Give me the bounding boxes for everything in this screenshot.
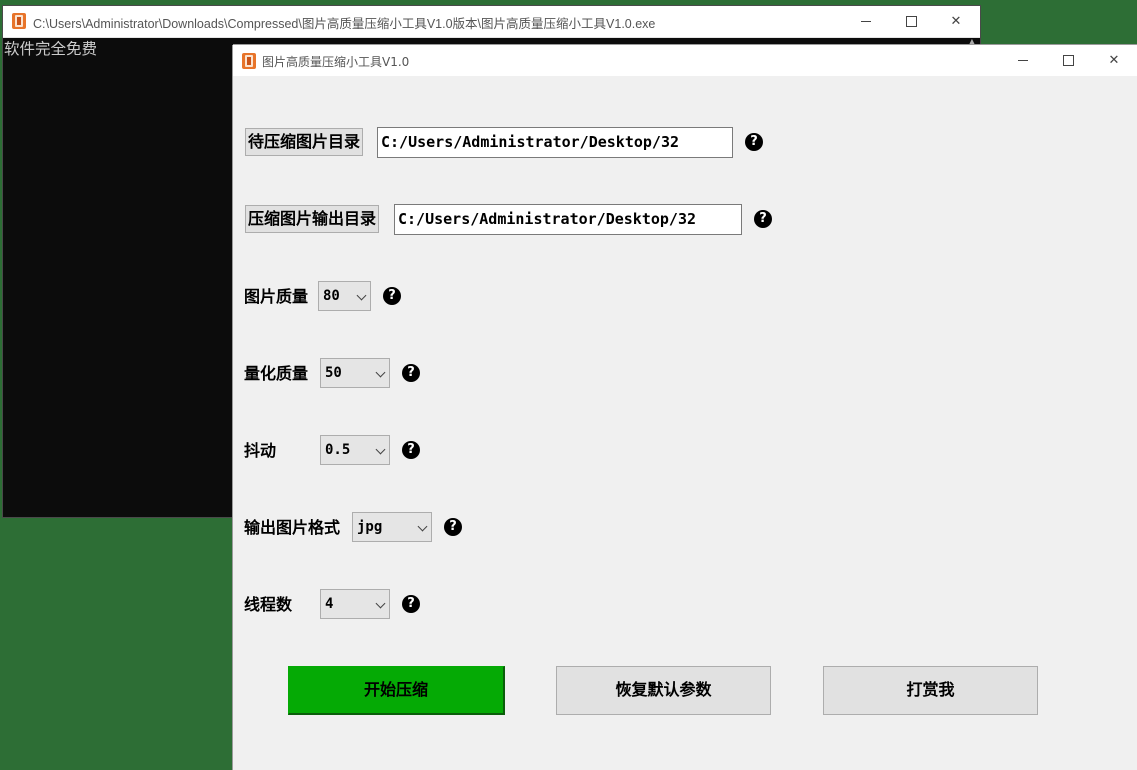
minimize-icon[interactable]: [1000, 45, 1046, 75]
close-icon[interactable]: [1091, 45, 1137, 75]
output-format-label: 输出图片格式: [244, 518, 341, 537]
console-titlebar[interactable]: C:\Users\Administrator\Downloads\Compres…: [3, 6, 980, 38]
image-quality-value: 80: [323, 288, 340, 304]
minimize-icon[interactable]: [843, 6, 889, 36]
output-format-value: jpg: [357, 519, 383, 535]
threads-select[interactable]: 4: [320, 589, 390, 619]
help-icon[interactable]: ?: [754, 210, 772, 228]
app-window: 图片高质量压缩小工具V1.0 待压缩图片目录 C:/Users/Administ…: [233, 45, 1137, 770]
help-icon[interactable]: ?: [444, 518, 462, 536]
dither-value: 0.5: [325, 442, 351, 458]
help-icon[interactable]: ?: [402, 364, 420, 382]
quant-quality-value: 50: [325, 365, 342, 381]
console-title: C:\Users\Administrator\Downloads\Compres…: [33, 17, 656, 31]
threads-label: 线程数: [244, 595, 293, 614]
threads-value: 4: [325, 596, 334, 612]
maximize-icon[interactable]: [1045, 45, 1091, 75]
quant-quality-label: 量化质量: [244, 364, 309, 383]
input-dir-button[interactable]: 待压缩图片目录: [245, 128, 364, 156]
quant-quality-select[interactable]: 50: [320, 358, 390, 388]
restore-defaults-button[interactable]: 恢复默认参数: [556, 666, 771, 715]
help-icon[interactable]: ?: [383, 287, 401, 305]
app-titlebar[interactable]: 图片高质量压缩小工具V1.0: [233, 45, 1137, 76]
chevron-down-icon: [375, 367, 386, 378]
chevron-down-icon: [375, 598, 386, 609]
start-compress-button[interactable]: 开始压缩: [288, 666, 505, 715]
image-quality-label: 图片质量: [244, 287, 309, 306]
help-icon[interactable]: ?: [745, 133, 763, 151]
output-dir-field[interactable]: C:/Users/Administrator/Desktop/32: [394, 204, 742, 235]
help-icon[interactable]: ?: [402, 441, 420, 459]
app-title: 图片高质量压缩小工具V1.0: [262, 55, 410, 69]
input-dir-field[interactable]: C:/Users/Administrator/Desktop/32: [377, 127, 733, 158]
image-quality-select[interactable]: 80: [318, 281, 371, 311]
dither-select[interactable]: 0.5: [320, 435, 390, 465]
app-icon: [12, 13, 26, 29]
console-output-line: 软件完全免费: [4, 40, 98, 58]
chevron-down-icon: [356, 290, 367, 301]
chevron-down-icon: [417, 521, 428, 532]
close-icon[interactable]: [933, 6, 979, 36]
maximize-icon[interactable]: [888, 6, 934, 36]
output-format-select[interactable]: jpg: [352, 512, 432, 542]
app-icon: [242, 53, 256, 69]
chevron-down-icon: [375, 444, 386, 455]
output-dir-button[interactable]: 压缩图片输出目录: [245, 205, 380, 233]
donate-button[interactable]: 打赏我: [823, 666, 1038, 715]
dither-label: 抖动: [244, 441, 277, 460]
help-icon[interactable]: ?: [402, 595, 420, 613]
